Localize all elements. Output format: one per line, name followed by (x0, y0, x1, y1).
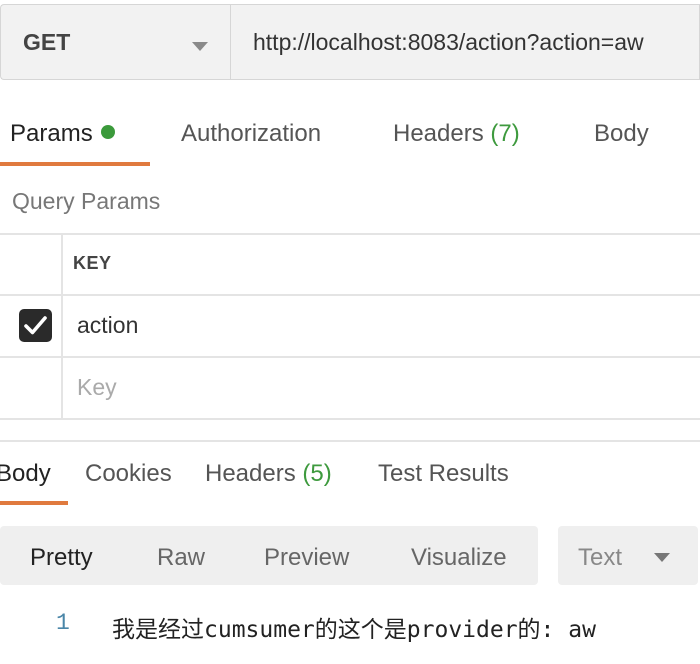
tab-body[interactable]: Body (594, 120, 649, 148)
query-params-title: Query Params (12, 188, 161, 214)
new-param-key-input[interactable]: Key (77, 374, 117, 401)
tab-headers[interactable]: Headers (7) (393, 120, 520, 148)
tab-authorization[interactable]: Authorization (181, 120, 321, 148)
tab-params-label: Params (10, 120, 93, 147)
table-divider (0, 233, 700, 235)
language-select[interactable]: Text (558, 526, 698, 585)
param-enabled-checkbox[interactable] (19, 309, 52, 342)
url-input[interactable]: http://localhost:8083/action?action=aw (230, 4, 700, 80)
language-label: Text (578, 544, 623, 571)
response-tab-body[interactable]: Body (0, 460, 51, 488)
response-tab-headers-count: (5) (302, 460, 332, 487)
table-divider (0, 418, 700, 420)
checkmark-icon (24, 316, 47, 335)
status-dot-icon (100, 125, 115, 139)
format-preview-button[interactable]: Preview (264, 544, 349, 572)
response-tab-headers[interactable]: Headers (5) (205, 460, 332, 488)
tab-params[interactable]: Params (10, 120, 115, 148)
url-text: http://localhost:8083/action?action=aw (253, 29, 644, 55)
response-tab-headers-label: Headers (205, 460, 296, 487)
param-key-cell[interactable]: action (77, 312, 138, 339)
active-tab-underline (0, 162, 150, 166)
method-select[interactable]: GET (0, 4, 230, 80)
line-number: 1 (56, 610, 70, 636)
format-raw-button[interactable]: Raw (157, 544, 205, 572)
tab-headers-count: (7) (490, 120, 520, 147)
chevron-down-icon (192, 42, 208, 51)
tab-headers-label: Headers (393, 120, 484, 147)
table-divider (0, 356, 700, 358)
table-column-divider (61, 233, 63, 420)
table-divider (0, 294, 700, 296)
response-body-line: 我是经过cumsumer的这个是provider的: aw (112, 617, 596, 643)
response-active-tab-underline (0, 501, 68, 505)
response-tab-cookies[interactable]: Cookies (85, 460, 172, 488)
key-column-header: KEY (73, 253, 112, 273)
format-pretty-button[interactable]: Pretty (30, 544, 93, 572)
response-tab-test-results[interactable]: Test Results (378, 460, 509, 488)
chevron-down-icon (654, 553, 670, 562)
format-visualize-button[interactable]: Visualize (411, 544, 507, 572)
section-divider (0, 440, 700, 442)
method-label: GET (23, 29, 71, 55)
